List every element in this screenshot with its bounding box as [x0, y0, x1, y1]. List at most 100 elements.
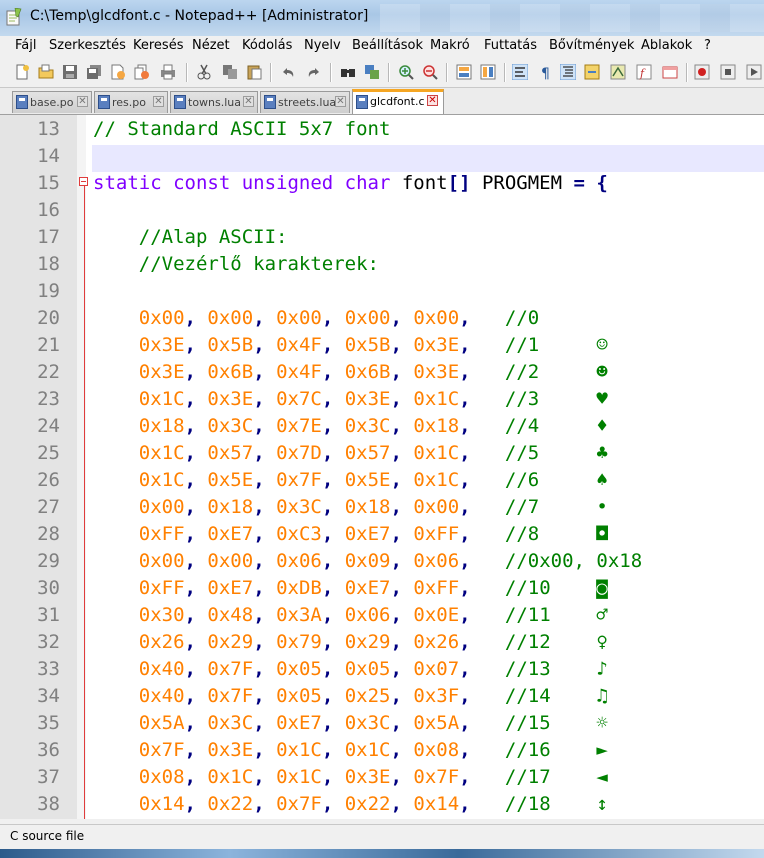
- code-text[interactable]: 0x14, 0x22, 0x7F, 0x22, 0x14, //18 ↕: [93, 793, 608, 815]
- tab-close-icon[interactable]: ✕: [243, 96, 254, 107]
- cut-icon[interactable]: [196, 64, 212, 80]
- code-text[interactable]: 0x00, 0x18, 0x3C, 0x18, 0x00, //7 •: [93, 496, 608, 518]
- tab-close-icon[interactable]: ✕: [335, 96, 346, 107]
- menu-language[interactable]: Nyelv: [304, 38, 341, 53]
- menu-macro[interactable]: Makró: [430, 38, 470, 53]
- code-text[interactable]: 0xFF, 0xE7, 0xDB, 0xE7, 0xFF, //10 ◙: [93, 577, 608, 599]
- tab-streets-lua[interactable]: streets.lua ✕: [260, 91, 350, 113]
- menu-search[interactable]: Keresés: [133, 38, 183, 53]
- new-file-icon[interactable]: [14, 64, 30, 80]
- code-text[interactable]: 0x40, 0x7F, 0x05, 0x05, 0x07, //13 ♪: [93, 658, 608, 680]
- code-line[interactable]: 31 0x30, 0x48, 0x3A, 0x06, 0x0E, //11 ♂: [0, 601, 764, 628]
- play-macro-icon[interactable]: [746, 64, 762, 80]
- code-text[interactable]: 0x5A, 0x3C, 0xE7, 0x3C, 0x5A, //15 ☼: [93, 712, 608, 734]
- show-all-chars-icon[interactable]: ¶: [538, 64, 554, 80]
- code-line[interactable]: 17 //Alap ASCII:: [0, 223, 764, 250]
- code-line[interactable]: 14: [0, 142, 764, 169]
- tab-res-po[interactable]: res.po ✕: [94, 91, 168, 113]
- code-line[interactable]: 30 0xFF, 0xE7, 0xDB, 0xE7, 0xFF, //10 ◙: [0, 574, 764, 601]
- tab-base-po[interactable]: base.po ✕: [12, 91, 92, 113]
- sync-horizontal-icon[interactable]: [480, 64, 496, 80]
- tab-close-icon[interactable]: ✕: [427, 95, 438, 106]
- code-text[interactable]: 0x40, 0x7F, 0x05, 0x25, 0x3F, //14 ♫: [93, 685, 608, 707]
- replace-icon[interactable]: [364, 64, 380, 80]
- code-line[interactable]: 16: [0, 196, 764, 223]
- stop-macro-icon[interactable]: [720, 64, 736, 80]
- code-line[interactable]: 37 0x08, 0x1C, 0x1C, 0x3E, 0x7F, //17 ◄: [0, 763, 764, 790]
- code-line[interactable]: 19: [0, 277, 764, 304]
- code-text[interactable]: 0x00, 0x00, 0x00, 0x00, 0x00, //0: [93, 307, 539, 329]
- menu-plugins[interactable]: Bővítmények: [549, 38, 634, 53]
- code-text[interactable]: 0x08, 0x1C, 0x1C, 0x3E, 0x7F, //17 ◄: [93, 766, 608, 788]
- code-text[interactable]: 0x00, 0x00, 0x06, 0x09, 0x06, //0x00, 0x…: [93, 550, 642, 572]
- code-text[interactable]: 0x18, 0x3C, 0x7E, 0x3C, 0x18, //4 ♦: [93, 415, 608, 437]
- menu-window[interactable]: Ablakok: [641, 38, 692, 53]
- zoom-out-icon[interactable]: [422, 64, 438, 80]
- code-line[interactable]: 27 0x00, 0x18, 0x3C, 0x18, 0x00, //7 •: [0, 493, 764, 520]
- code-text[interactable]: 0x3E, 0x6B, 0x4F, 0x6B, 0x3E, //2 ☻: [93, 361, 608, 383]
- undo-icon[interactable]: [280, 64, 296, 80]
- code-line[interactable]: 38 0x14, 0x22, 0x7F, 0x22, 0x14, //18 ↕: [0, 790, 764, 817]
- doc-map-icon[interactable]: [610, 64, 626, 80]
- paste-icon[interactable]: [246, 64, 262, 80]
- code-text[interactable]: 0x1C, 0x5E, 0x7F, 0x5E, 0x1C, //6 ♠: [93, 469, 608, 491]
- save-icon[interactable]: [62, 64, 78, 80]
- code-line[interactable]: 24 0x18, 0x3C, 0x7E, 0x3C, 0x18, //4 ♦: [0, 412, 764, 439]
- code-line[interactable]: 34 0x40, 0x7F, 0x05, 0x25, 0x3F, //14 ♫: [0, 682, 764, 709]
- title-bar[interactable]: C:\Temp\glcdfont.c - Notepad++ [Administ…: [0, 0, 764, 36]
- menu-run[interactable]: Futtatás: [484, 38, 537, 53]
- code-text[interactable]: 0x7F, 0x3E, 0x1C, 0x1C, 0x08, //16 ►: [93, 739, 608, 761]
- tab-towns-lua[interactable]: towns.lua ✕: [170, 91, 258, 113]
- sync-vertical-icon[interactable]: [456, 64, 472, 80]
- code-text[interactable]: 0x1C, 0x3E, 0x7C, 0x3E, 0x1C, //3 ♥: [93, 388, 608, 410]
- menu-settings[interactable]: Beállítások: [352, 38, 423, 53]
- redo-icon[interactable]: [306, 64, 322, 80]
- code-line[interactable]: 29 0x00, 0x00, 0x06, 0x09, 0x06, //0x00,…: [0, 547, 764, 574]
- code-text[interactable]: 0x30, 0x48, 0x3A, 0x06, 0x0E, //11 ♂: [93, 604, 608, 626]
- record-macro-icon[interactable]: [694, 64, 710, 80]
- print-icon[interactable]: [160, 64, 176, 80]
- code-line[interactable]: 15 static const unsigned char font[] PROG…: [0, 169, 764, 196]
- find-icon[interactable]: [340, 64, 356, 80]
- code-text[interactable]: static const unsigned char font[] PROGME…: [93, 172, 608, 194]
- tab-close-icon[interactable]: ✕: [77, 96, 88, 107]
- code-line[interactable]: 36 0x7F, 0x3E, 0x1C, 0x1C, 0x08, //16 ►: [0, 736, 764, 763]
- code-line[interactable]: 32 0x26, 0x29, 0x79, 0x29, 0x26, //12 ♀: [0, 628, 764, 655]
- function-list-icon[interactable]: f: [636, 64, 652, 80]
- tab-close-icon[interactable]: ✕: [153, 96, 164, 107]
- code-line[interactable]: 22 0x3E, 0x6B, 0x4F, 0x6B, 0x3E, //2 ☻: [0, 358, 764, 385]
- code-line[interactable]: 33 0x40, 0x7F, 0x05, 0x05, 0x07, //13 ♪: [0, 655, 764, 682]
- menu-view[interactable]: Nézet: [192, 38, 230, 53]
- code-line[interactable]: 20 0x00, 0x00, 0x00, 0x00, 0x00, //0: [0, 304, 764, 331]
- folder-workspace-icon[interactable]: [662, 64, 678, 80]
- close-all-icon[interactable]: [134, 64, 150, 80]
- copy-icon[interactable]: [222, 64, 238, 80]
- code-line[interactable]: 26 0x1C, 0x5E, 0x7F, 0x5E, 0x1C, //6 ♠: [0, 466, 764, 493]
- indent-guide-icon[interactable]: [560, 64, 576, 80]
- code-text[interactable]: //Alap ASCII:: [93, 226, 288, 248]
- fold-all-icon[interactable]: [584, 64, 600, 80]
- word-wrap-icon[interactable]: [512, 64, 528, 80]
- save-all-icon[interactable]: [86, 64, 102, 80]
- code-line[interactable]: 23 0x1C, 0x3E, 0x7C, 0x3E, 0x1C, //3 ♥: [0, 385, 764, 412]
- menu-encoding[interactable]: Kódolás: [242, 38, 292, 53]
- zoom-in-icon[interactable]: [398, 64, 414, 80]
- open-file-icon[interactable]: [38, 64, 54, 80]
- notepadpp-app-icon[interactable]: [6, 8, 22, 26]
- menu-edit[interactable]: Szerkesztés: [49, 38, 126, 53]
- code-line[interactable]: 25 0x1C, 0x57, 0x7D, 0x57, 0x1C, //5 ♣: [0, 439, 764, 466]
- code-text[interactable]: 0xFF, 0xE7, 0xC3, 0xE7, 0xFF, //8 ◘: [93, 523, 608, 545]
- code-text[interactable]: // Standard ASCII 5x7 font: [93, 118, 390, 140]
- code-text[interactable]: 0x1C, 0x57, 0x7D, 0x57, 0x1C, //5 ♣: [93, 442, 608, 464]
- code-line[interactable]: 28 0xFF, 0xE7, 0xC3, 0xE7, 0xFF, //8 ◘: [0, 520, 764, 547]
- menu-file[interactable]: Fájl: [15, 38, 36, 53]
- code-text[interactable]: //Vezérlő karakterek:: [93, 253, 379, 275]
- code-text[interactable]: 0x26, 0x29, 0x79, 0x29, 0x26, //12 ♀: [93, 631, 608, 653]
- code-line[interactable]: 13 // Standard ASCII 5x7 font: [0, 115, 764, 142]
- code-line[interactable]: 21 0x3E, 0x5B, 0x4F, 0x5B, 0x3E, //1 ☺: [0, 331, 764, 358]
- close-file-icon[interactable]: [110, 64, 126, 80]
- code-text[interactable]: 0x3E, 0x5B, 0x4F, 0x5B, 0x3E, //1 ☺: [93, 334, 608, 356]
- menu-help[interactable]: ?: [704, 38, 711, 53]
- code-editor[interactable]: 13 // Standard ASCII 5x7 font 14 15 static c…: [0, 115, 764, 819]
- tab-glcdfont-c[interactable]: glcdfont.c ✕: [352, 89, 444, 114]
